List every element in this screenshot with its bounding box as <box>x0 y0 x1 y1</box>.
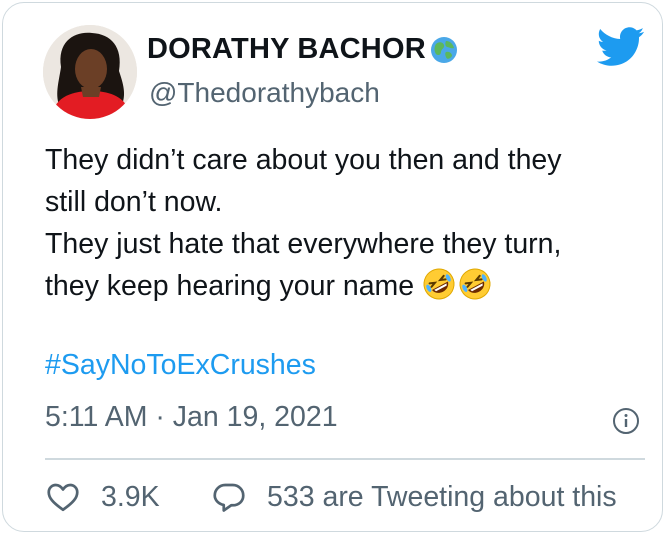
display-name-text: DORATHY BACHOR <box>147 33 426 65</box>
like-count[interactable]: 3.9K <box>101 481 160 514</box>
info-icon[interactable] <box>611 406 641 436</box>
tweet-text: They didn’t care about you then and they… <box>45 139 645 307</box>
user-handle[interactable]: @Thedorathybach <box>149 77 380 109</box>
avatar[interactable] <box>43 25 137 119</box>
tweet-card[interactable]: DORATHY BACHOR @Thedorathybach They didn… <box>2 2 663 532</box>
display-name[interactable]: DORATHY BACHOR <box>147 33 459 66</box>
conversation-link[interactable]: 533 are Tweeting about this <box>267 481 645 514</box>
heart-icon[interactable] <box>45 479 81 515</box>
earth-globe-icon <box>430 36 457 63</box>
reply-bubble-icon[interactable] <box>211 479 247 515</box>
divider <box>45 458 645 460</box>
rolling-laughing-emoji-icon <box>423 268 455 300</box>
tweet-line: They just hate that everywhere they turn… <box>45 228 562 260</box>
avatar-image <box>43 25 137 119</box>
tweet-line: still don’t now. <box>45 186 223 218</box>
tweet-line-last: they keep hearing your name <box>45 265 645 307</box>
tweet-line-text: they keep hearing your name <box>45 270 415 302</box>
rolling-laughing-emoji-icon <box>459 268 491 300</box>
tweet-timestamp[interactable]: 5:11 AM · Jan 19, 2021 <box>45 401 338 434</box>
twitter-bird-icon[interactable] <box>597 27 645 67</box>
tweet-line: They didn’t care about you then and they <box>45 144 562 176</box>
hashtag-link[interactable]: #SayNoToExCrushes <box>45 349 316 382</box>
